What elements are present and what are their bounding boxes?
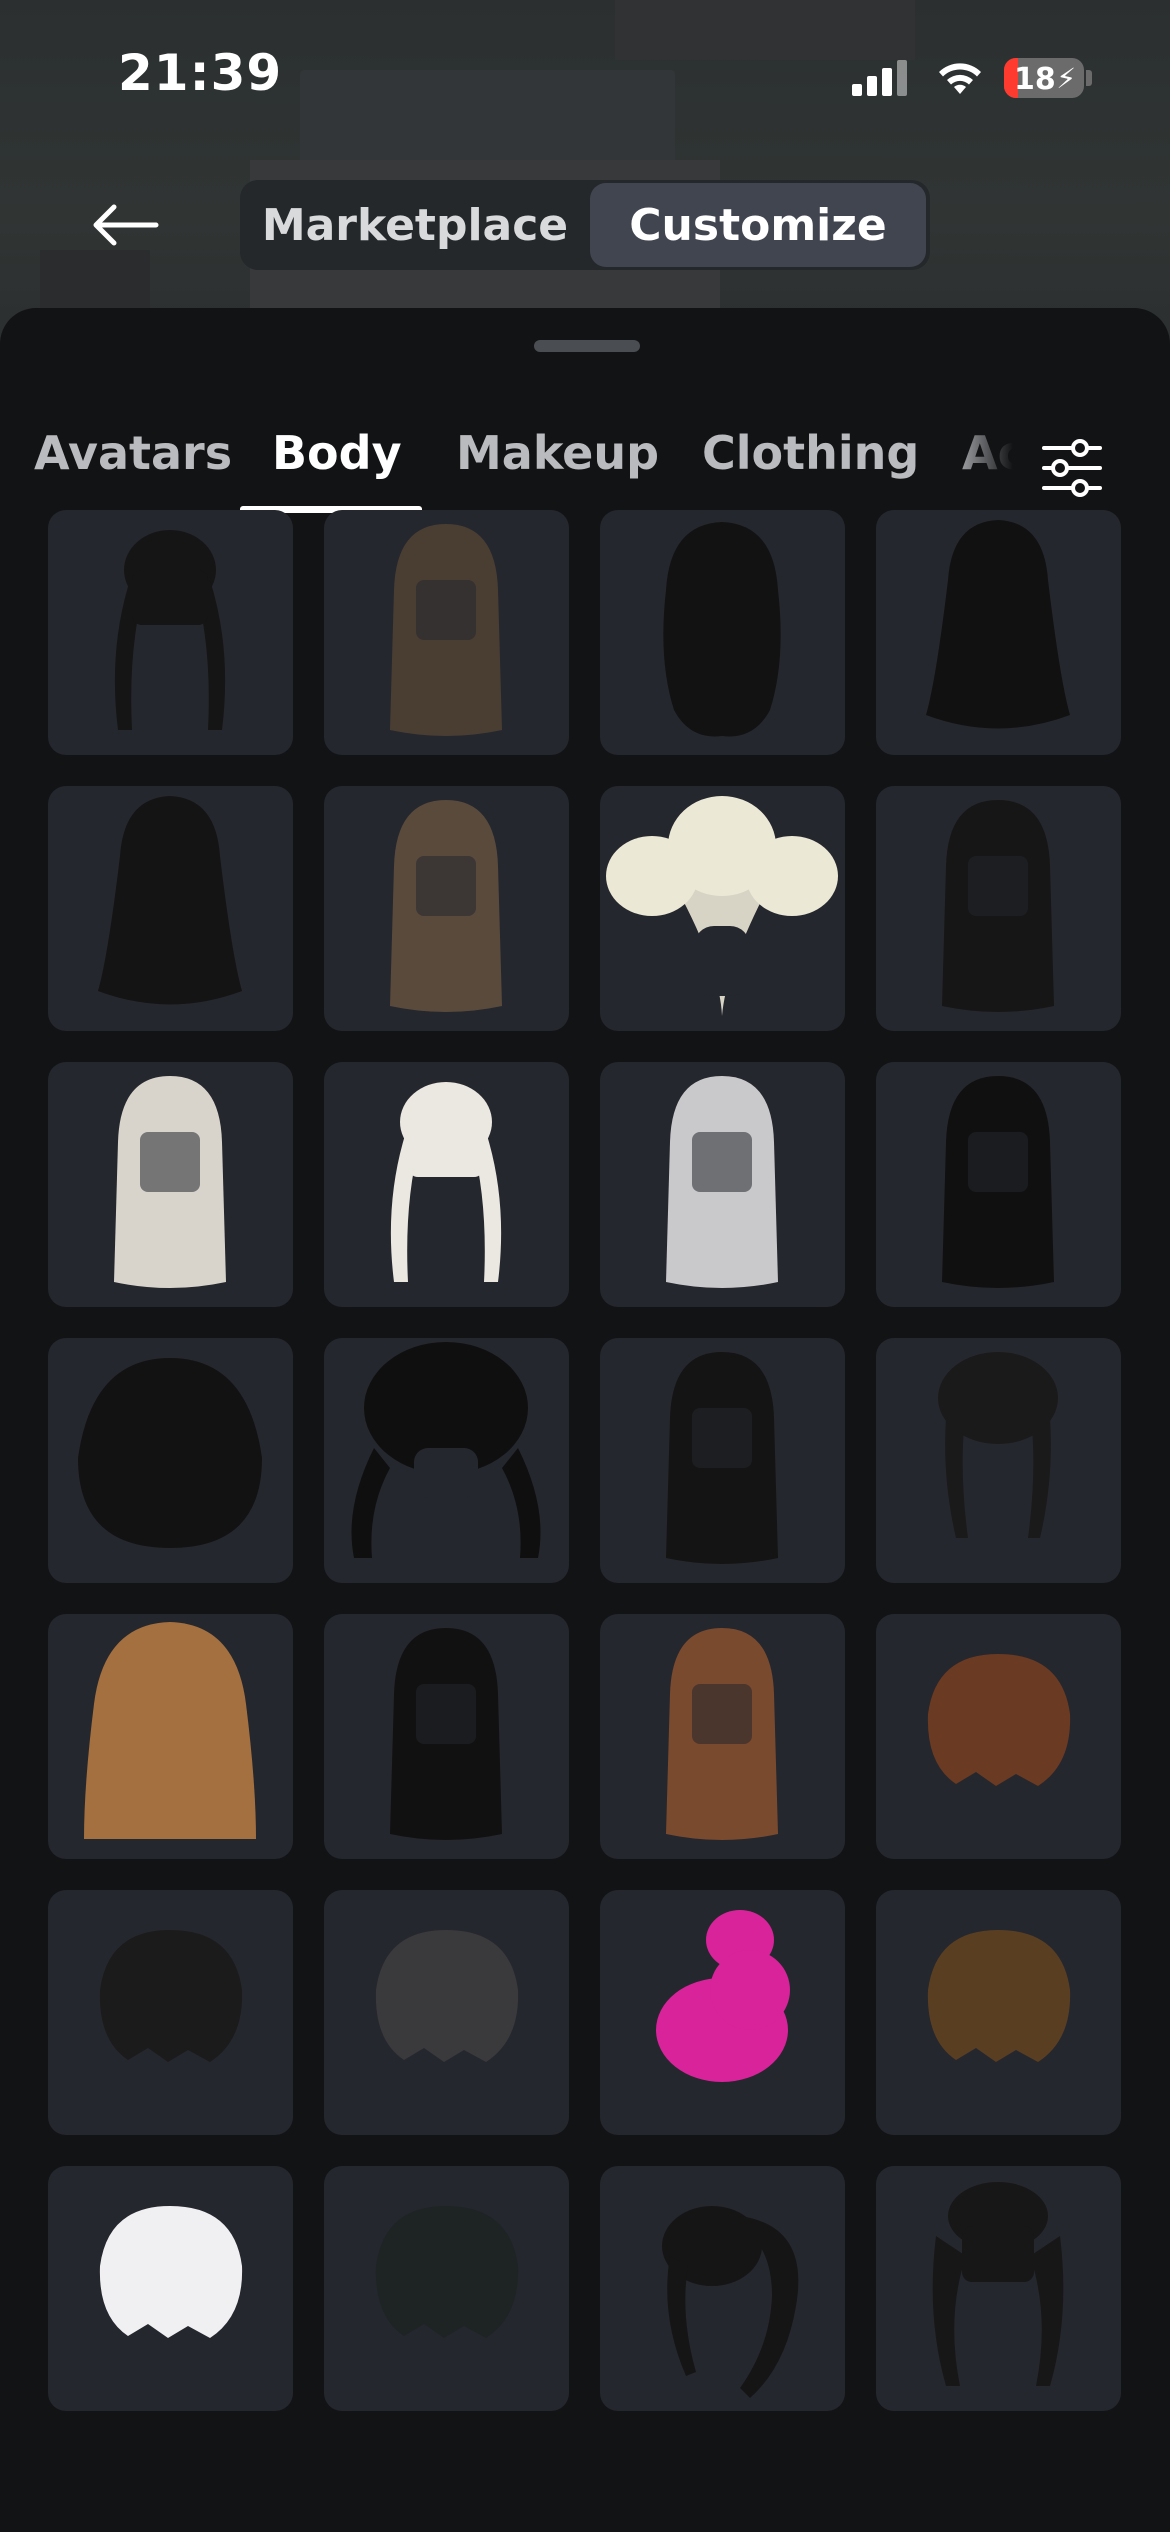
drag-handle[interactable]	[534, 340, 640, 352]
hair-thumbnail-icon	[927, 1930, 1071, 2062]
hair-thumbnail-icon	[78, 1358, 262, 1548]
item-grid	[48, 510, 1124, 2411]
hair-item-tile[interactable]	[324, 1062, 569, 1307]
battery-cap	[1086, 70, 1092, 86]
hair-thumbnail-icon	[663, 522, 781, 737]
hair-thumbnail-icon	[114, 530, 226, 730]
hair-thumbnail-icon	[99, 2206, 243, 2338]
battery-charging-icon: 18 ⚡	[1004, 58, 1084, 98]
hair-thumbnail-icon	[656, 1910, 790, 2082]
hair-thumbnail-icon	[390, 1628, 502, 1840]
hair-item-tile[interactable]	[324, 510, 569, 755]
hair-item-tile[interactable]	[324, 2166, 569, 2411]
hair-thumbnail-icon	[375, 2206, 519, 2338]
hair-thumbnail-icon	[942, 1076, 1054, 1288]
hair-item-tile[interactable]	[324, 1890, 569, 2135]
hair-item-tile[interactable]	[48, 1062, 293, 1307]
hair-thumbnail-icon	[927, 1654, 1071, 1786]
hair-item-tile[interactable]	[48, 786, 293, 1031]
hair-item-tile[interactable]	[48, 510, 293, 755]
hair-thumbnail-icon	[666, 1628, 778, 1840]
hair-item-tile[interactable]	[600, 1062, 845, 1307]
customize-sheet: Avatars Body Makeup Clothing Ac	[0, 308, 1170, 2532]
mode-switcher: Marketplace Customize	[240, 180, 930, 270]
hair-item-tile[interactable]	[600, 1338, 845, 1583]
hair-item-tile[interactable]	[48, 1338, 293, 1583]
hair-item-tile[interactable]	[876, 786, 1121, 1031]
category-tabs: Avatars Body Makeup Clothing Ac	[0, 408, 1170, 518]
hair-item-tile[interactable]	[324, 786, 569, 1031]
hair-item-tile[interactable]	[600, 1890, 845, 2135]
hair-item-tile[interactable]	[48, 1614, 293, 1859]
hair-thumbnail-icon	[390, 800, 502, 1012]
hair-item-tile[interactable]	[48, 1890, 293, 2135]
hair-item-tile[interactable]	[876, 1890, 1121, 2135]
charging-bolt-icon: ⚡	[1056, 62, 1076, 95]
status-bar: 21:39 18 ⚡	[0, 0, 1170, 150]
hair-item-tile[interactable]	[600, 2166, 845, 2411]
hair-item-tile[interactable]	[876, 510, 1121, 755]
tab-marketplace[interactable]: Marketplace	[240, 183, 590, 267]
hair-thumbnail-icon	[938, 1352, 1058, 1538]
hair-thumbnail-icon	[942, 800, 1054, 1012]
cellular-signal-icon	[852, 60, 912, 96]
hair-thumbnail-icon	[114, 1076, 226, 1288]
tab-body[interactable]: Body	[272, 426, 402, 480]
hair-thumbnail-icon	[98, 796, 242, 1005]
tab-clothing[interactable]: Clothing	[702, 426, 919, 480]
back-button[interactable]	[85, 190, 165, 260]
hair-thumbnail-icon	[390, 524, 502, 736]
hair-item-tile[interactable]	[876, 2166, 1121, 2411]
hair-thumbnail-icon	[666, 1076, 778, 1288]
wifi-icon	[939, 63, 981, 94]
hair-thumbnail-icon	[351, 1342, 541, 1558]
hair-item-tile[interactable]	[600, 510, 845, 755]
hair-thumbnail-icon	[99, 1930, 243, 2062]
battery-percent: 18	[1014, 62, 1056, 97]
hair-item-tile[interactable]	[600, 1614, 845, 1859]
hair-thumbnail-icon	[390, 1082, 502, 1282]
hair-thumbnail-icon	[926, 520, 1070, 729]
arrow-left-icon	[93, 204, 159, 246]
hair-thumbnail-icon	[666, 1352, 778, 1564]
sliders-icon[interactable]	[1040, 436, 1104, 500]
hair-item-tile[interactable]	[876, 1338, 1121, 1583]
hair-item-tile[interactable]	[600, 786, 845, 1031]
hair-item-tile[interactable]	[324, 1614, 569, 1859]
tab-customize[interactable]: Customize	[590, 183, 926, 267]
hair-thumbnail-icon	[932, 2182, 1064, 2386]
hair-thumbnail-icon	[662, 2206, 799, 2398]
tab-makeup[interactable]: Makeup	[456, 426, 659, 480]
tab-avatars[interactable]: Avatars	[34, 426, 232, 480]
hair-item-tile[interactable]	[324, 1338, 569, 1583]
hair-thumbnail-icon	[84, 1622, 256, 1839]
hair-item-tile[interactable]	[876, 1614, 1121, 1859]
hair-item-tile[interactable]	[876, 1062, 1121, 1307]
tabs-fade	[950, 408, 1040, 508]
hair-item-tile[interactable]	[48, 2166, 293, 2411]
hair-thumbnail-icon	[375, 1930, 519, 2062]
status-time: 21:39	[118, 44, 283, 102]
hair-thumbnail-icon	[606, 796, 838, 1016]
